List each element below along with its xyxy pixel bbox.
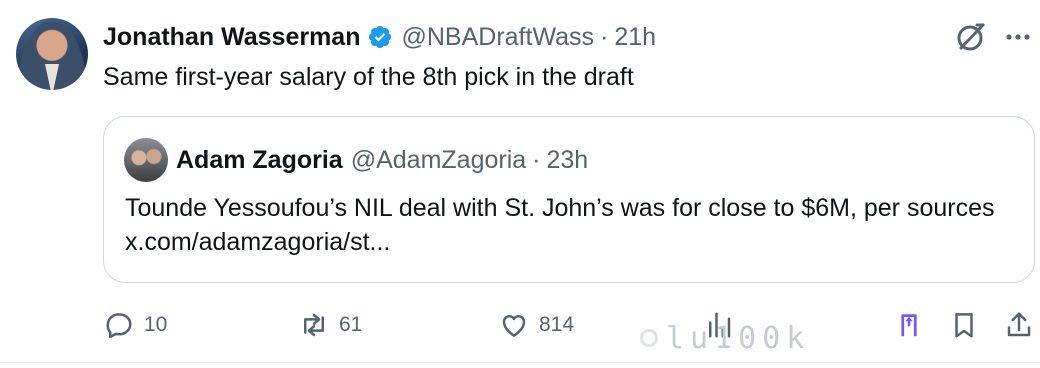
- tweet-header: Jonathan Wasserman @NBADraftWass · 21h: [103, 20, 656, 54]
- repost-count: 61: [339, 313, 363, 336]
- tweet-text: Same first-year salary of the 8th pick i…: [103, 63, 634, 91]
- more-icon[interactable]: [1003, 24, 1033, 50]
- author-name[interactable]: Jonathan Wasserman: [103, 23, 360, 52]
- quoted-author-name[interactable]: Adam Zagoria: [176, 146, 343, 175]
- like-button[interactable]: 814: [499, 306, 574, 344]
- quoted-author-avatar[interactable]: [124, 138, 168, 182]
- quoted-author-handle[interactable]: @AdamZagoria: [351, 146, 526, 175]
- tweet[interactable]: Jonathan Wasserman @NBADraftWass · 21h S…: [0, 0, 1040, 368]
- quoted-tweet[interactable]: Adam Zagoria @AdamZagoria · 23h Tounde Y…: [103, 116, 1035, 283]
- author-avatar[interactable]: [16, 18, 88, 90]
- repost-button[interactable]: 61: [299, 306, 362, 344]
- quoted-tweet-timestamp[interactable]: 23h: [546, 146, 588, 175]
- header-separator: ·: [600, 22, 609, 51]
- quoted-tweet-text: Tounde Yessoufou’s NIL deal with St. Joh…: [125, 194, 995, 256]
- grok-icon[interactable]: [954, 20, 988, 54]
- author-handle[interactable]: @NBADraftWass: [401, 23, 594, 52]
- quoted-tweet-header: Adam Zagoria @AdamZagoria · 23h: [176, 142, 588, 178]
- quoted-header-separator: ·: [532, 145, 541, 174]
- repost-icon: [304, 313, 324, 337]
- like-count: 814: [539, 313, 575, 336]
- watermark: lu100k: [640, 318, 1035, 358]
- watermark-logo: [640, 329, 658, 347]
- reply-icon: [106, 313, 132, 339]
- watermark-text: lu100k: [666, 320, 811, 356]
- verified-badge-icon: [369, 25, 392, 49]
- bottom-divider: [0, 362, 1040, 363]
- reply-button[interactable]: 10: [104, 306, 167, 344]
- tweet-timestamp[interactable]: 21h: [614, 23, 656, 52]
- reply-count: 10: [144, 313, 168, 336]
- like-icon: [502, 315, 526, 337]
